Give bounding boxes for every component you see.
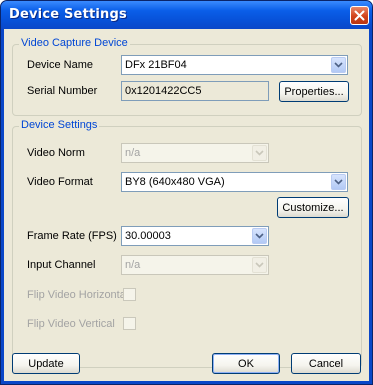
frame-rate-dropdown[interactable]: 30.00003 <box>121 226 269 246</box>
input-channel-label: Input Channel <box>27 259 96 271</box>
serial-number-field: 0x1201422CC5 <box>121 81 269 101</box>
chevron-down-icon[interactable] <box>331 174 346 190</box>
video-format-label: Video Format <box>27 176 93 188</box>
flip-vertical-checkbox <box>123 317 136 330</box>
chevron-down-icon <box>252 257 267 273</box>
device-name-dropdown[interactable]: DFx 21BF04 <box>121 55 348 75</box>
device-name-value: DFx 21BF04 <box>125 59 187 71</box>
chevron-down-icon <box>252 145 267 161</box>
video-norm-value: n/a <box>125 147 141 159</box>
properties-button[interactable]: Properties... <box>279 81 349 102</box>
flip-horizontal-label: Flip Video Horizontal <box>27 289 129 301</box>
title-bar[interactable]: Device Settings <box>1 1 372 29</box>
input-channel-value: n/a <box>125 259 141 271</box>
chevron-down-icon[interactable] <box>252 228 267 244</box>
video-norm-label: Video Norm <box>27 147 85 159</box>
flip-vertical-label: Flip Video Vertical <box>27 318 115 330</box>
device-settings-dialog: Device Settings Video Capture Device Dev… <box>0 0 373 385</box>
device-name-label: Device Name <box>27 59 94 71</box>
window-title: Device Settings <box>9 7 127 22</box>
close-icon <box>354 10 365 21</box>
customize-button[interactable]: Customize... <box>277 197 349 218</box>
serial-number-label: Serial Number <box>27 85 98 97</box>
video-format-dropdown[interactable]: BY8 (640x480 VGA) <box>121 172 348 192</box>
flip-horizontal-checkbox <box>123 288 136 301</box>
serial-number-value: 0x1201422CC5 <box>125 85 202 97</box>
ok-button[interactable]: OK <box>212 353 280 374</box>
group-label-video-capture-device: Video Capture Device <box>19 37 130 49</box>
chevron-down-icon[interactable] <box>331 57 346 73</box>
dialog-body: Video Capture Device Device Name DFx 21B… <box>4 29 369 381</box>
close-button[interactable] <box>350 6 369 25</box>
input-channel-dropdown: n/a <box>121 255 269 275</box>
device-settings-group: Device Settings Video Norm n/a Video For… <box>12 119 362 368</box>
video-norm-dropdown: n/a <box>121 143 269 163</box>
video-format-value: BY8 (640x480 VGA) <box>125 176 225 188</box>
group-label-device-settings: Device Settings <box>19 119 100 131</box>
frame-rate-label: Frame Rate (FPS) <box>27 230 117 242</box>
video-capture-device-group: Video Capture Device Device Name DFx 21B… <box>12 37 362 116</box>
cancel-button[interactable]: Cancel <box>291 353 361 374</box>
update-button[interactable]: Update <box>12 353 80 374</box>
frame-rate-value: 30.00003 <box>125 230 171 242</box>
